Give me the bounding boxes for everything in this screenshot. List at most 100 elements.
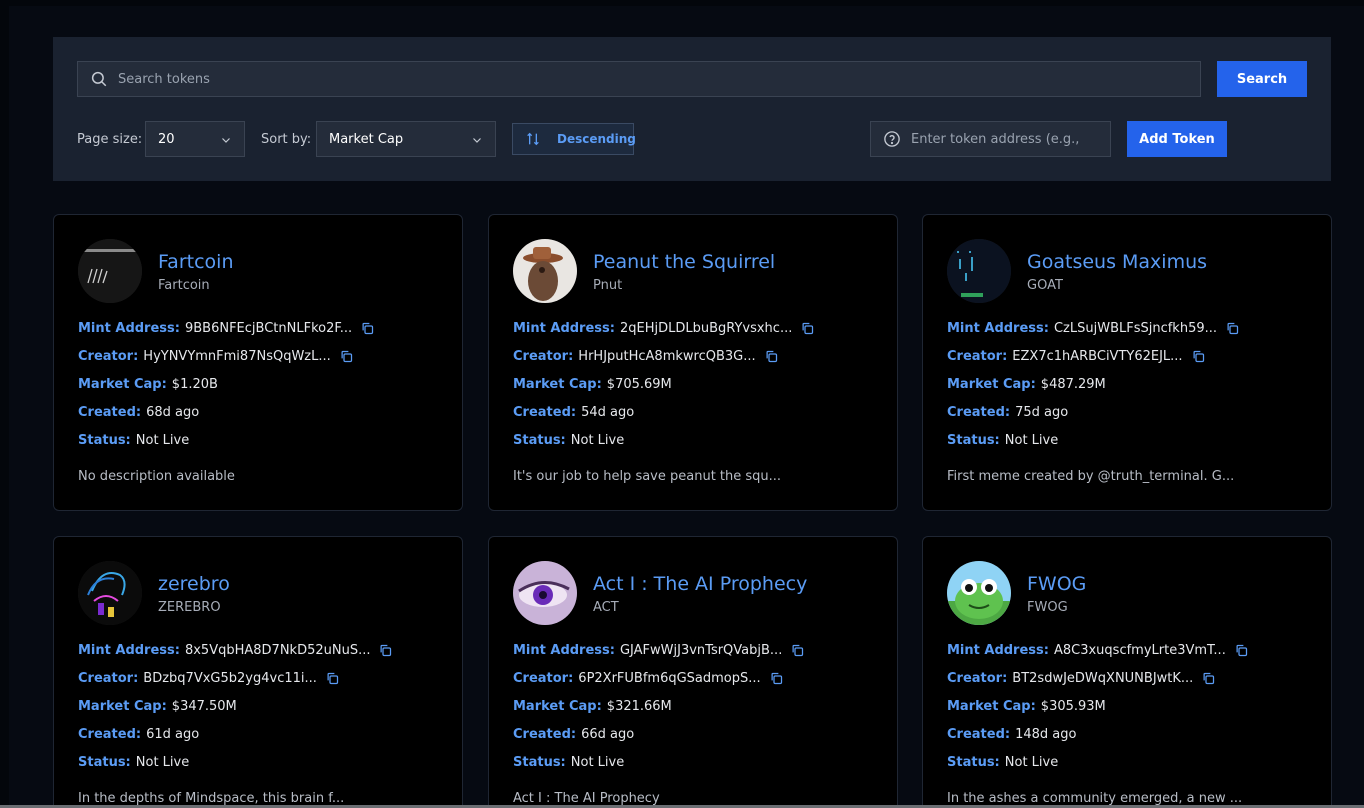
token-card[interactable]: Act I : The AI Prophecy ACT Mint Address… (488, 536, 898, 808)
token-name[interactable]: Goatseus Maximus (1027, 251, 1207, 273)
copy-icon[interactable] (800, 321, 815, 336)
token-card[interactable]: FWOG FWOG Mint Address: A8C3xuqscfmyLrte… (922, 536, 1332, 808)
created-value: 68d ago (146, 405, 200, 420)
token-name[interactable]: Peanut the Squirrel (593, 251, 775, 273)
created-label: Created: (947, 405, 1011, 420)
creator-value: HyYNVYmnFmi87NsQqWzL... (143, 349, 331, 364)
created-row: Created: 148d ago (947, 727, 1076, 742)
token-card[interactable]: zerebro ZEREBRO Mint Address: 8x5VqbHA8D… (53, 536, 463, 808)
token-avatar (78, 239, 142, 303)
page-size-value: 20 (158, 131, 175, 147)
copy-icon[interactable] (1225, 321, 1240, 336)
page-size-label: Page size: (77, 132, 143, 147)
copy-icon[interactable] (360, 321, 375, 336)
copy-icon[interactable] (1234, 643, 1249, 658)
token-description: Act I : The AI Prophecy (513, 791, 660, 806)
status-label: Status: (513, 755, 566, 770)
mint-address-value: 2qEHjDLDLbuBgRYvsxhc... (619, 321, 793, 336)
creator-value: BT2sdwJeDWqXNUNBJwtK... (1012, 671, 1194, 686)
copy-icon[interactable] (325, 671, 340, 686)
token-symbol: ZEREBRO (158, 600, 221, 615)
market-cap-value: $321.66M (606, 699, 672, 714)
token-card[interactable]: Peanut the Squirrel Pnut Mint Address: 2… (488, 214, 898, 511)
created-label: Created: (513, 405, 577, 420)
status-value: Not Live (570, 755, 625, 770)
copy-icon[interactable] (769, 671, 784, 686)
token-card[interactable]: Fartcoin Fartcoin Mint Address: 9BB6NFEc… (53, 214, 463, 511)
sort-by-select[interactable]: Market Cap (316, 121, 496, 157)
market-cap-value: $705.69M (606, 377, 672, 392)
token-description: It's our job to help save peanut the squ… (513, 469, 782, 484)
add-token-button[interactable]: Add Token (1127, 121, 1227, 157)
creator-row: Creator: BDzbq7VxG5b2yg4vc11i... (78, 671, 340, 686)
market-cap-row: Market Cap: $705.69M (513, 377, 672, 392)
mint-address-value: CzLSujWBLFsSjncfkh59... (1053, 321, 1218, 336)
status-row: Status: Not Live (78, 433, 189, 448)
mint-address-row: Mint Address: 8x5VqbHA8D7NkD52uNuS... (78, 643, 393, 658)
page-size-select[interactable]: 20 (145, 121, 245, 157)
creator-row: Creator: HrHJputHcA8mkwrcQB3G... (513, 349, 779, 364)
token-name[interactable]: zerebro (158, 573, 230, 595)
search-icon (91, 71, 107, 87)
creator-value: EZX7c1hARBCiVTY62EJL... (1012, 349, 1183, 364)
created-row: Created: 54d ago (513, 405, 634, 420)
market-cap-value: $487.29M (1040, 377, 1106, 392)
sort-order-button[interactable]: Descending (512, 123, 636, 155)
token-description: First meme created by @truth_terminal. G… (947, 469, 1235, 484)
mint-address-label: Mint Address: (513, 643, 615, 658)
status-value: Not Live (135, 755, 190, 770)
copy-icon[interactable] (764, 349, 779, 364)
created-value: 54d ago (581, 405, 635, 420)
creator-label: Creator: (78, 671, 139, 686)
copy-icon[interactable] (1201, 671, 1216, 686)
token-address-field[interactable] (870, 121, 1111, 157)
creator-label: Creator: (947, 349, 1008, 364)
market-cap-label: Market Cap: (78, 699, 167, 714)
copy-icon[interactable] (378, 643, 393, 658)
help-icon[interactable] (883, 130, 901, 148)
status-label: Status: (947, 433, 1000, 448)
mint-address-label: Mint Address: (513, 321, 615, 336)
created-value: 66d ago (581, 727, 635, 742)
search-button[interactable]: Search (1217, 61, 1307, 97)
creator-value: HrHJputHcA8mkwrcQB3G... (578, 349, 756, 364)
status-row: Status: Not Live (78, 755, 189, 770)
copy-icon[interactable] (1191, 349, 1206, 364)
created-value: 61d ago (146, 727, 200, 742)
sort-by-label: Sort by: (261, 132, 312, 147)
creator-label: Creator: (947, 671, 1008, 686)
chevron-down-icon (222, 138, 230, 143)
token-name[interactable]: Act I : The AI Prophecy (593, 573, 807, 595)
search-input[interactable] (118, 62, 1188, 96)
token-name[interactable]: Fartcoin (158, 251, 233, 273)
market-cap-value: $1.20B (171, 377, 218, 392)
mint-address-value: 9BB6NFEcjBCtnNLFko2F... (184, 321, 353, 336)
token-avatar (947, 561, 1011, 625)
token-symbol: ACT (593, 600, 619, 615)
search-field[interactable] (77, 61, 1201, 97)
market-cap-label: Market Cap: (513, 699, 602, 714)
market-cap-value: $305.93M (1040, 699, 1106, 714)
mint-address-row: Mint Address: GJAFwWjJ3vnTsrQVabjB... (513, 643, 805, 658)
market-cap-label: Market Cap: (513, 377, 602, 392)
mint-address-row: Mint Address: 9BB6NFEcjBCtnNLFko2F... (78, 321, 375, 336)
token-name[interactable]: FWOG (1027, 573, 1086, 595)
token-symbol: Fartcoin (158, 278, 210, 293)
mint-address-row: Mint Address: A8C3xuqscfmyLrte3VmT... (947, 643, 1249, 658)
creator-row: Creator: HyYNVYmnFmi87NsQqWzL... (78, 349, 354, 364)
window-left-edge (0, 0, 9, 808)
status-value: Not Live (1004, 755, 1059, 770)
copy-icon[interactable] (339, 349, 354, 364)
creator-row: Creator: BT2sdwJeDWqXNUNBJwtK... (947, 671, 1216, 686)
created-row: Created: 75d ago (947, 405, 1068, 420)
mint-address-label: Mint Address: (947, 643, 1049, 658)
market-cap-label: Market Cap: (947, 699, 1036, 714)
token-address-input[interactable] (911, 122, 1107, 156)
created-row: Created: 66d ago (513, 727, 634, 742)
copy-icon[interactable] (790, 643, 805, 658)
token-card[interactable]: Goatseus Maximus GOAT Mint Address: CzLS… (922, 214, 1332, 511)
mint-address-label: Mint Address: (78, 321, 180, 336)
sort-order-label: Descending (557, 132, 636, 146)
window-top-edge (0, 0, 1364, 6)
status-label: Status: (78, 433, 131, 448)
